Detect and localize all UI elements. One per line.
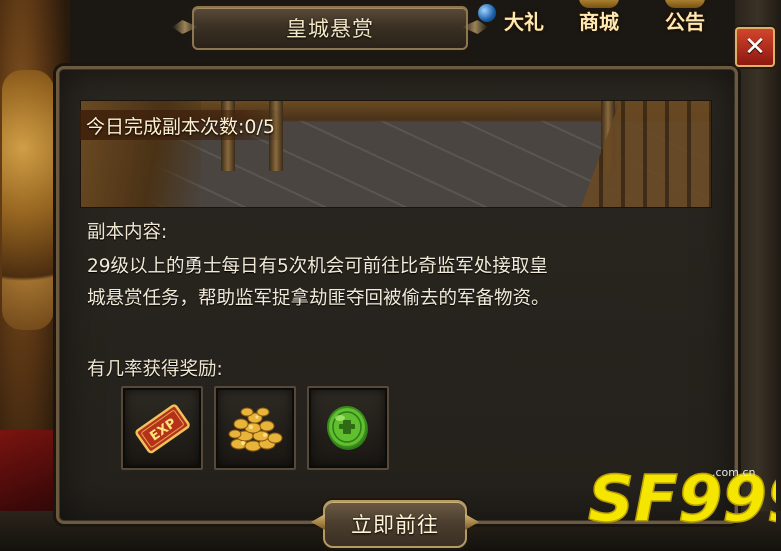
- dialog-titlebar: 皇城悬赏: [172, 6, 468, 50]
- description-line: 29级以上的勇士每日有5次机会可前往比奇监军处接取皇: [87, 256, 548, 277]
- jade-coin-icon: [327, 406, 368, 450]
- hud-gift-button[interactable]: 大礼: [488, 0, 560, 40]
- hud-shop-button[interactable]: 商城: [566, 0, 632, 40]
- dialog-title: 皇城悬赏: [286, 17, 374, 41]
- hud-gift-label: 大礼: [504, 9, 544, 34]
- reward-slot-exp[interactable]: EXP: [121, 386, 203, 470]
- notice-icon: [665, 0, 705, 8]
- go-now-button[interactable]: 立即前往: [323, 500, 467, 548]
- close-x-icon: ✕: [744, 32, 766, 62]
- description-line: 城悬赏任务，帮助监军捉拿劫匪夺回被偷去的军备物资。: [87, 288, 550, 309]
- close-button[interactable]: ✕: [735, 27, 775, 67]
- title-ornament-right: [462, 20, 488, 34]
- exp-scroll-icon: EXP: [135, 404, 190, 454]
- watermark-domain: .com.cn: [712, 466, 756, 479]
- reward-slot-jade[interactable]: [307, 386, 389, 470]
- hud-notice-label: 公告: [665, 9, 705, 34]
- go-now-label: 立即前往: [351, 513, 439, 537]
- hud-notice-button[interactable]: 公告: [650, 0, 720, 40]
- completion-count-label: 今日完成副本次数:0/5: [80, 110, 283, 140]
- reward-slot-gold[interactable]: [214, 386, 296, 470]
- content-description: 29级以上的勇士每日有5次机会可前往比奇监军处接取皇 城悬赏任务，帮助监军捉拿劫…: [87, 251, 717, 315]
- reward-heading: 有几率获得奖励:: [87, 359, 223, 380]
- completion-count-text: 今日完成副本次数:0/5: [86, 115, 275, 138]
- hud-shop-label: 商城: [579, 9, 619, 34]
- content-heading: 副本内容:: [87, 222, 168, 243]
- gold-coins-icon: [228, 407, 283, 452]
- background-warrior-armor: [2, 70, 54, 330]
- title-ornament-left: [172, 20, 198, 34]
- shop-icon: [579, 0, 619, 8]
